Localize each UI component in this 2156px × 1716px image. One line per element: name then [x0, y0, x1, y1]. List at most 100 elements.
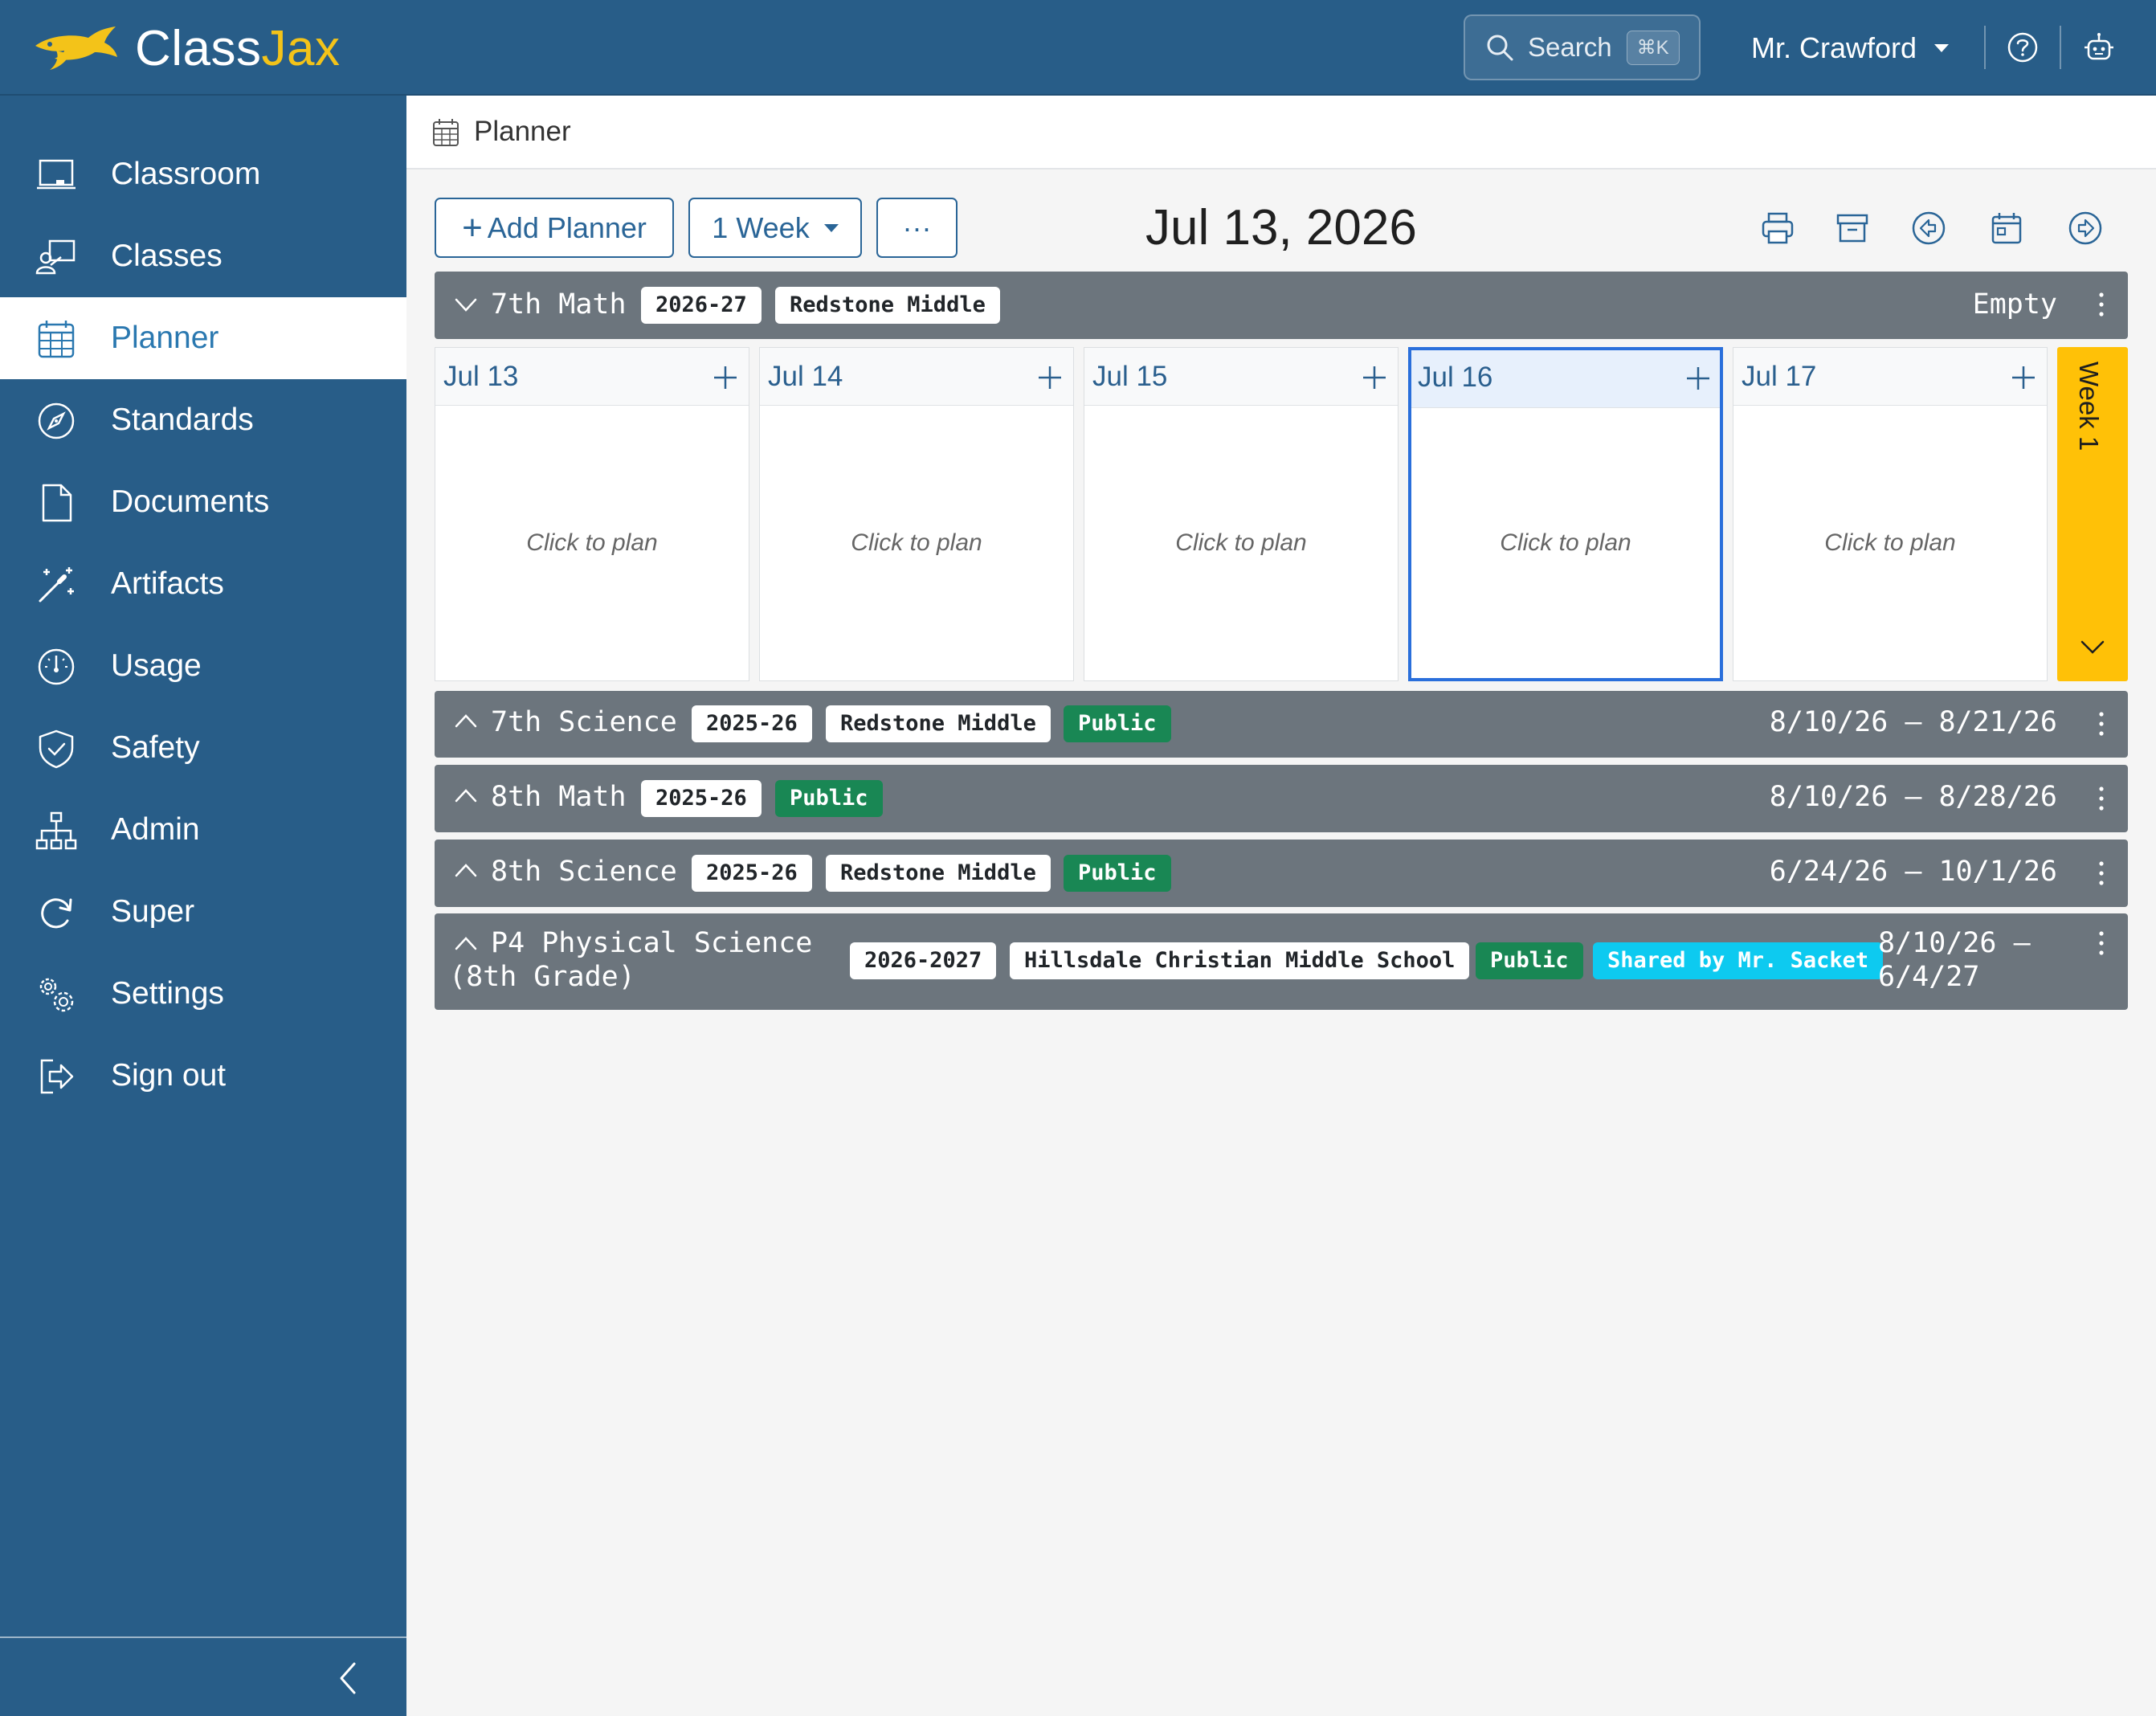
plus-icon: +: [462, 207, 483, 247]
more-options-button[interactable]: ···: [876, 198, 958, 258]
view-range-dropdown[interactable]: 1 Week: [688, 198, 862, 258]
chevron-up-icon[interactable]: [452, 858, 480, 885]
kebab-menu-icon[interactable]: [2097, 930, 2105, 957]
calendar-icon[interactable]: [1989, 210, 2024, 246]
robot-icon[interactable]: [2082, 31, 2116, 64]
day-column-jul-14[interactable]: Jul 14 Click to plan: [759, 347, 1074, 681]
sidebar-item-classroom[interactable]: Classroom: [0, 133, 406, 215]
day-column-jul-16[interactable]: Jul 16 Click to plan: [1408, 347, 1723, 681]
week-1-tab[interactable]: Week 1: [2057, 347, 2128, 681]
sidebar-item-sign-out[interactable]: Sign out: [0, 1035, 406, 1117]
sidebar-item-label: Artifacts: [111, 566, 224, 601]
click-to-plan-area[interactable]: Click to plan: [1084, 406, 1398, 680]
click-to-plan-area[interactable]: Click to plan: [435, 406, 749, 680]
printer-icon[interactable]: [1760, 210, 1795, 246]
planner-row-p4-physical-science[interactable]: P4 Physical Science (8th Grade) 2026-202…: [435, 913, 2128, 1010]
sidebar-item-label: Usage: [111, 648, 202, 683]
kebab-menu-icon[interactable]: [2097, 785, 2105, 812]
sidebar-footer: [0, 1636, 406, 1716]
logo-text-class: Class: [135, 20, 262, 76]
kebab-menu-icon[interactable]: [2097, 860, 2105, 887]
day-column-jul-13[interactable]: Jul 13 Click to plan: [435, 347, 749, 681]
sidebar-item-documents[interactable]: Documents: [0, 461, 406, 543]
public-badge: Public: [775, 780, 883, 817]
planner-title: 7th Science: [491, 706, 677, 738]
caret-down-icon: [823, 223, 839, 232]
school-badge: Hillsdale Christian Middle School: [1010, 942, 1470, 979]
school-year-badge: 2025-26: [692, 705, 812, 742]
click-to-plan-area[interactable]: Click to plan: [1411, 408, 1720, 678]
user-name: Mr. Crawford: [1751, 31, 1917, 64]
day-label: Jul 16: [1418, 362, 1493, 393]
document-icon: [42, 484, 72, 522]
sidebar-item-planner[interactable]: Planner: [0, 297, 406, 379]
search-button[interactable]: Search ⌘K: [1464, 14, 1701, 80]
sidebar-item-label: Sign out: [111, 1058, 227, 1093]
click-to-plan-area[interactable]: Click to plan: [760, 406, 1073, 680]
classjax-logo[interactable]: ClassJax: [32, 18, 341, 79]
logo-text-jax: Jax: [261, 20, 341, 76]
navbar-divider: [2060, 26, 2061, 69]
chevron-down-icon[interactable]: [2078, 633, 2107, 662]
sidebar: Classroom Classes Planner Standards Docu…: [0, 96, 406, 1716]
sidebar-item-label: Classroom: [111, 157, 261, 191]
planner-title: 8th Math: [491, 781, 627, 813]
sidebar-item-super[interactable]: Super: [0, 871, 406, 953]
navbar-divider: [1984, 26, 1986, 69]
gears-icon: [39, 978, 74, 1012]
sidebar-item-label: Safety: [111, 730, 200, 765]
add-planner-label: Add Planner: [487, 210, 647, 244]
archive-icon[interactable]: [1835, 210, 1870, 246]
sidebar-item-standards[interactable]: Standards: [0, 379, 406, 461]
speedometer-icon: [38, 648, 75, 685]
click-to-plan-area[interactable]: Click to plan: [1733, 406, 2047, 680]
sidebar-item-safety[interactable]: Safety: [0, 707, 406, 789]
add-lesson-plus-icon[interactable]: [1684, 365, 1712, 392]
public-badge: Public: [1064, 705, 1171, 742]
school-badge: Redstone Middle: [775, 287, 1000, 324]
arrow-left-circle-icon[interactable]: [1911, 210, 1946, 246]
kebab-menu-icon[interactable]: [2097, 291, 2105, 318]
week-label: Week 1: [2074, 362, 2104, 451]
calendar-grid-icon: [433, 119, 459, 146]
sidebar-item-label: Documents: [111, 484, 270, 519]
add-lesson-plus-icon[interactable]: [1036, 364, 1064, 391]
chevron-up-icon[interactable]: [452, 709, 480, 736]
kebab-menu-icon[interactable]: [2097, 710, 2105, 737]
day-column-jul-15[interactable]: Jul 15 Click to plan: [1084, 347, 1399, 681]
sidebar-item-usage[interactable]: Usage: [0, 625, 406, 707]
add-lesson-plus-icon[interactable]: [712, 364, 739, 391]
sidebar-item-admin[interactable]: Admin: [0, 789, 406, 871]
planner-row-8th-math[interactable]: 8th Math 2025-26 Public 8/10/26 – 8/28/2…: [435, 765, 2128, 832]
chevron-up-icon[interactable]: [452, 783, 480, 811]
day-header: Jul 15: [1084, 348, 1398, 406]
public-badge: Public: [1064, 855, 1171, 892]
school-year-badge: 2026-2027: [850, 942, 997, 979]
chevron-left-icon[interactable]: [332, 1659, 364, 1698]
search-label: Search: [1528, 32, 1612, 62]
chevron-down-icon[interactable]: [452, 292, 480, 319]
day-label: Jul 17: [1742, 361, 1817, 392]
day-column-jul-17[interactable]: Jul 17 Click to plan: [1733, 347, 2048, 681]
sidebar-item-settings[interactable]: Settings: [0, 953, 406, 1035]
add-lesson-plus-icon[interactable]: [2010, 364, 2037, 391]
arrow-right-circle-icon[interactable]: [2068, 210, 2103, 246]
add-planner-button[interactable]: + Add Planner: [435, 198, 674, 258]
sign-out-icon: [40, 1059, 74, 1094]
question-circle-icon[interactable]: [2006, 31, 2040, 64]
planner-row-7th-math[interactable]: 7th Math 2026-27 Redstone Middle Empty: [435, 272, 2128, 339]
planner-date-range: 8/10/26 – 6/4/27: [1878, 927, 2031, 993]
sidebar-item-artifacts[interactable]: Artifacts: [0, 543, 406, 625]
sidebar-item-classes[interactable]: Classes: [0, 215, 406, 297]
add-lesson-plus-icon[interactable]: [1361, 364, 1388, 391]
magic-wand-icon: [39, 567, 74, 603]
planner-date-range: 6/24/26 – 10/1/26: [1769, 856, 2057, 888]
compass-icon: [38, 402, 75, 439]
planner-row-7th-science[interactable]: 7th Science 2025-26 Redstone Middle Publ…: [435, 691, 2128, 758]
search-icon: [1487, 35, 1513, 61]
current-date-title: Jul 13, 2026: [1145, 200, 1417, 255]
planner-status: Empty: [1972, 288, 2057, 321]
sidebar-item-label: Admin: [111, 812, 200, 847]
planner-row-8th-science[interactable]: 8th Science 2025-26 Redstone Middle Publ…: [435, 840, 2128, 907]
user-menu-dropdown[interactable]: Mr. Crawford: [1751, 24, 1950, 72]
